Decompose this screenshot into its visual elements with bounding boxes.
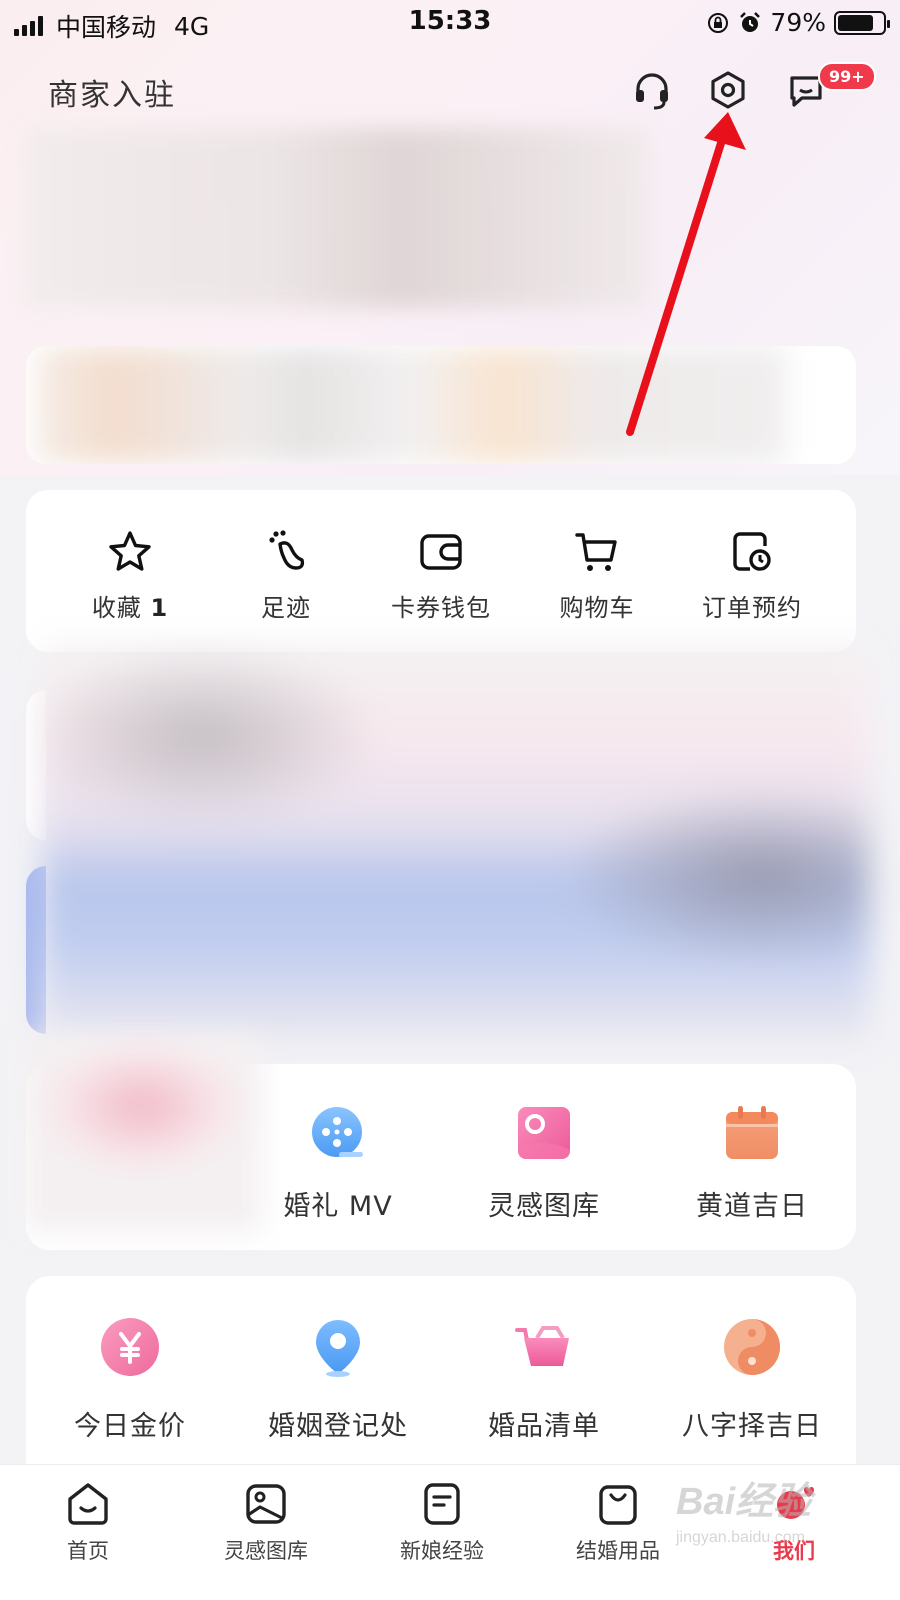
location-pin-icon: [316, 1320, 360, 1377]
watermark-main: Bai经验: [676, 1481, 812, 1523]
cart-label: 购物车: [559, 594, 635, 622]
favorites-button[interactable]: 收藏 1: [52, 528, 208, 623]
baidu-jingyan-watermark: Bai经验 jingyan.baidu.com: [676, 1470, 811, 1547]
yin-yang-icon: [724, 1319, 780, 1375]
alarm-icon: [740, 11, 761, 32]
profile-stats-card: [26, 346, 856, 464]
profile-stats-blurred: [36, 346, 786, 464]
profile-info-blurred: [26, 128, 650, 308]
status-bar: 中国移动 4G 15:33 79%: [0, 0, 900, 46]
tab-gallery[interactable]: 灵感图库: [196, 1481, 336, 1565]
wallet-button[interactable]: 卡券钱包: [363, 528, 519, 623]
footprint-button[interactable]: 足迹: [208, 528, 364, 623]
featured-tool-blurred[interactable]: [22, 1036, 262, 1232]
wallet-label: 卡券钱包: [391, 594, 491, 622]
rotation-lock-icon: [708, 12, 729, 33]
calendar-icon: [726, 1106, 778, 1159]
wedding-checklist-button[interactable]: 婚品清单: [444, 1316, 644, 1443]
favorites-label: 收藏: [91, 594, 142, 622]
bazi-date-label: 八字择吉日: [682, 1411, 822, 1442]
headset-icon[interactable]: [630, 68, 674, 112]
favorites-count: 1: [150, 594, 169, 622]
wedding-checklist-label: 婚品清单: [488, 1411, 600, 1442]
tab-bride-experience[interactable]: 新娘经验: [372, 1481, 512, 1565]
merchant-join-link[interactable]: 商家入驻: [48, 70, 176, 114]
watermark-url: jingyan.baidu.com: [676, 1529, 805, 1546]
shopping-basket-icon: [515, 1326, 569, 1366]
image-icon: [246, 1484, 286, 1524]
tab-wedding-supplies-label: 结婚用品: [576, 1539, 660, 1563]
home-icon: [68, 1483, 108, 1525]
tab-bride-experience-label: 新娘经验: [400, 1539, 484, 1563]
wedding-mv-button[interactable]: 婚礼 MV: [243, 1104, 433, 1223]
bazi-date-button[interactable]: 八字择吉日: [652, 1316, 852, 1443]
gallery-icon: [518, 1107, 570, 1159]
orders-button[interactable]: 订单预约: [674, 528, 830, 623]
orders-label: 订单预约: [702, 594, 802, 622]
gallery-tool-button[interactable]: 灵感图库: [449, 1104, 639, 1223]
message-count-badge: 99+: [818, 62, 876, 91]
gallery-tool-label: 灵感图库: [488, 1191, 600, 1222]
wallet-icon: [420, 534, 462, 570]
tab-gallery-label: 灵感图库: [224, 1539, 308, 1563]
tab-home-label: 首页: [67, 1539, 109, 1563]
cart-icon: [575, 533, 617, 571]
footprint-icon: [269, 530, 305, 570]
marriage-registry-label: 婚姻登记处: [268, 1411, 408, 1442]
quick-actions-card: 收藏 1 足迹 卡券钱包 购物车 订单预约: [26, 490, 856, 652]
bag-icon: [599, 1485, 637, 1525]
auspicious-date-button[interactable]: 黄道吉日: [657, 1104, 847, 1223]
note-icon: [424, 1483, 460, 1525]
battery-percentage: 79%: [770, 8, 826, 37]
marriage-registry-button[interactable]: 婚姻登记处: [238, 1316, 438, 1443]
tab-home[interactable]: 首页: [18, 1481, 158, 1565]
cart-button[interactable]: 购物车: [519, 528, 675, 623]
footprint-label: 足迹: [261, 594, 311, 622]
order-clock-icon: [733, 532, 771, 571]
yuan-icon: [101, 1318, 159, 1376]
auspicious-date-label: 黄道吉日: [696, 1191, 808, 1222]
battery-icon: [834, 10, 890, 35]
settings-icon[interactable]: [706, 68, 750, 112]
tab-wedding-supplies[interactable]: 结婚用品: [548, 1481, 688, 1565]
promo-banner-blurred[interactable]: [42, 646, 870, 1042]
gold-price-label: 今日金价: [74, 1411, 186, 1442]
film-reel-icon: [312, 1107, 363, 1157]
gold-price-button[interactable]: 今日金价: [30, 1316, 230, 1443]
page-header: 商家入驻 99+: [0, 60, 900, 124]
star-icon: [109, 531, 151, 571]
wedding-mv-label: 婚礼 MV: [283, 1191, 393, 1222]
